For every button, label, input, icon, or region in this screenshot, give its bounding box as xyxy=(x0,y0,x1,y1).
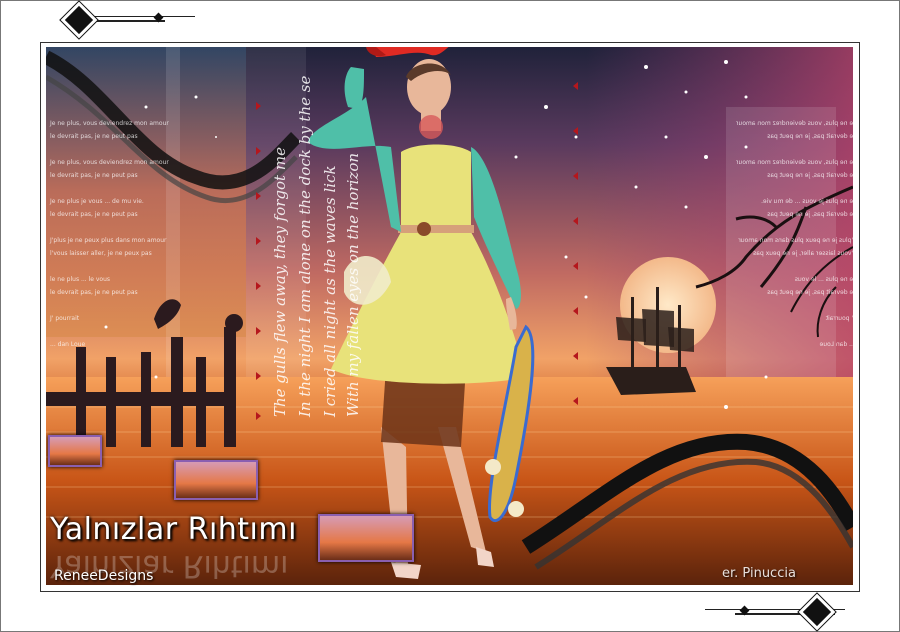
poem-line-2: In the night I am alone on the dock by t… xyxy=(296,75,314,417)
diamond-icon xyxy=(64,5,94,35)
poem-line-4: With my fallen eyes on the horizon xyxy=(344,152,362,417)
signature-designer: ReneeDesigns xyxy=(54,568,154,584)
artwork: Je ne plus, vous deviendrez mon amour le… xyxy=(46,47,853,585)
thumbnail-image xyxy=(174,460,258,500)
artwork-title: Yalnızlar Rıhtımı xyxy=(50,512,297,547)
diamond-icon xyxy=(802,597,832,627)
necklace xyxy=(419,115,443,139)
panel-text-left: Je ne plus, vous deviendrez mon amour le… xyxy=(50,120,169,348)
ornament-top-left xyxy=(55,4,195,36)
belt xyxy=(398,225,474,233)
panel-text-right: Je ne plus, vous deviendrez mon amour le… xyxy=(736,120,853,348)
ornament-bottom-right xyxy=(705,596,855,628)
poem-line-3: I cried all night as the waves lick xyxy=(321,165,339,417)
thumbnail-image xyxy=(318,514,414,562)
poem-line-1: The gulls flew away, they forgot me xyxy=(271,147,289,417)
thumbnail-image xyxy=(48,435,102,467)
signature-tube: er. Pinuccia xyxy=(722,566,796,581)
